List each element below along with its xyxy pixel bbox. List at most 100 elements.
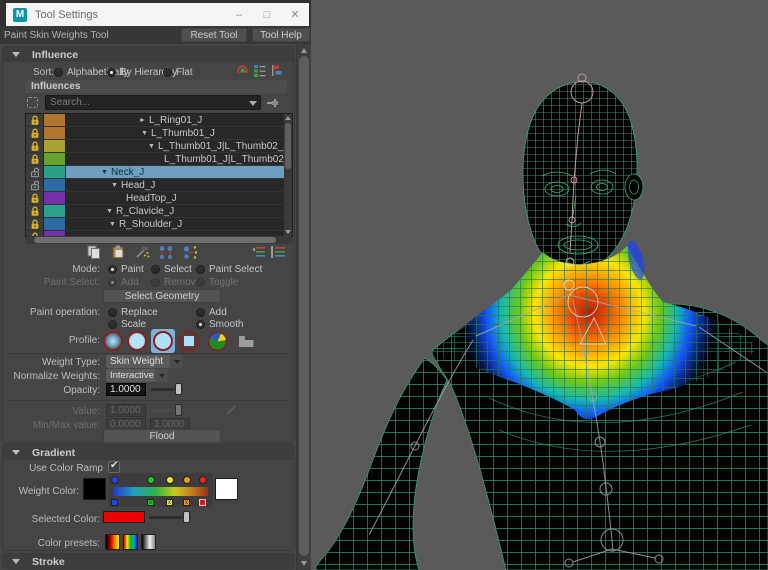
unlock-icon[interactable] [26,179,44,191]
mode-paint-select[interactable]: Paint Select [196,263,262,275]
influence-list-scrollbar[interactable] [284,114,292,236]
ramp-stop-blue[interactable] [111,476,119,484]
sphere-profile-icon[interactable] [207,331,228,352]
weight-type-dropdown[interactable]: Skin Weight [106,355,183,368]
radio-add-op[interactable] [196,308,205,317]
folder-icon[interactable] [238,335,255,348]
sort-hierarchy-icon[interactable] [253,64,266,77]
brush-solid-selected[interactable] [151,329,175,353]
influence-list[interactable]: ►L_Ring01_J ▼L_Thumb01_J ▼L_Thumb01_J|L_… [25,113,293,237]
influence-row-selected[interactable]: ▼Neck_J [26,166,285,179]
search-input[interactable] [45,95,261,110]
ramp-delete-red[interactable]: x [199,499,206,506]
lock-icon[interactable] [26,114,44,126]
normalize-weights-dropdown[interactable]: Interactive [106,369,168,382]
slider-handle[interactable] [183,511,190,523]
influence-row[interactable]: ▼R_Clavicle_J [26,205,285,218]
color-ramp-bar[interactable] [113,487,208,496]
influence-row[interactable]: ▼L_Thumb01_J|L_Thumb02_J [26,140,285,153]
slider-handle[interactable] [175,383,182,395]
brush-gaussian-icon[interactable] [103,331,123,351]
preset-rainbow[interactable] [123,534,138,550]
expand-tree-icon[interactable] [269,244,287,260]
influence-row[interactable]: ►L_Ring01_J [26,114,285,127]
move-influence-icon[interactable] [181,244,199,260]
ramp-delete-green[interactable]: x [147,499,154,506]
ramp-delete-yellow[interactable]: x [166,499,173,506]
op-add[interactable]: Add [196,306,227,318]
radio-smooth[interactable] [196,320,205,329]
copy-weights-icon[interactable] [85,244,103,260]
scroll-down-icon[interactable] [301,561,307,566]
mode-paint[interactable]: Paint [108,263,144,275]
tree-arrow-icon[interactable]: ▼ [106,208,113,215]
tree-arrow-icon[interactable]: ▼ [109,221,116,228]
opacity-input[interactable] [106,383,146,396]
lock-icon[interactable] [26,153,44,165]
radio-flat[interactable] [163,68,172,77]
brush-soft-icon[interactable] [127,331,147,351]
paste-weights-icon[interactable] [109,244,127,260]
scrollbar-thumb[interactable] [285,123,291,169]
influence-row[interactable]: L_Thumb01_J|L_Thumb02_J|L_Th [26,153,285,166]
influence-row[interactable]: ▼R_Shoulder_J [26,218,285,231]
add-influence-icon[interactable] [267,98,279,108]
op-replace[interactable]: Replace [108,306,158,318]
selected-color-swatch[interactable] [103,511,145,523]
influence-row[interactable]: HeadTop_J [26,192,285,205]
lock-icon[interactable] [26,218,44,230]
preset-grayscale[interactable] [141,534,156,550]
stroke-section-header[interactable]: Stroke [3,554,294,569]
minimize-button[interactable]: – [225,5,253,25]
influence-section-header[interactable]: Influence [3,47,294,62]
opacity-slider[interactable] [151,383,183,395]
ramp-stop-red[interactable] [199,476,207,484]
color-ramp-widget[interactable]: x x x x [108,473,213,507]
ramp-stop-yellow[interactable] [166,476,174,484]
radio-select[interactable] [151,265,160,274]
selected-color-slider[interactable] [149,511,191,523]
brush-square-icon[interactable] [179,331,199,351]
ramp-delete-orange[interactable]: x [183,499,190,506]
lock-icon[interactable] [26,127,44,139]
scroll-down-icon[interactable] [285,230,291,234]
select-geometry-button[interactable]: Select Geometry [103,289,221,303]
tree-arrow-icon[interactable]: ▼ [101,169,108,176]
tool-help-button[interactable]: Tool Help [252,28,310,42]
selection-box-icon[interactable] [27,97,38,108]
influence-row[interactable]: ▼L_Thumb01_J [26,127,285,140]
hammer-weights-icon[interactable] [133,244,151,260]
use-color-ramp-checkbox[interactable] [108,461,120,473]
ramp-stop-green[interactable] [147,476,155,484]
maximize-button[interactable]: □ [253,5,281,25]
tree-arrow-icon[interactable]: ▼ [148,143,155,150]
move-weights-icon[interactable] [157,244,175,260]
scroll-up-icon[interactable] [285,116,291,120]
tree-arrow-icon[interactable]: ▼ [141,130,148,137]
gradient-section-header[interactable]: Gradient [3,445,294,460]
lock-icon[interactable] [26,192,44,204]
sort-refresh-icon[interactable] [236,64,249,77]
lock-icon[interactable] [26,140,44,152]
panel-scrollbar[interactable] [296,44,310,570]
close-button[interactable]: ✕ [281,5,309,25]
radio-paint-select[interactable] [196,265,205,274]
influence-list-hscrollbar[interactable] [25,236,293,244]
weight-color-max-swatch[interactable] [215,478,238,500]
flood-button[interactable]: Flood [103,429,221,443]
tree-arrow-icon[interactable]: ► [139,117,146,124]
radio-paint[interactable] [108,265,117,274]
lock-icon[interactable] [26,205,44,217]
sort-flat[interactable]: Flat [163,66,193,78]
radio-alphabetically[interactable] [54,68,63,77]
sort-flag-icon[interactable] [270,64,283,77]
unlock-icon[interactable] [26,166,44,178]
influence-row[interactable]: ▼Head_J [26,179,285,192]
mode-select[interactable]: Select [151,263,192,275]
scroll-up-icon[interactable] [301,48,307,53]
reset-tool-button[interactable]: Reset Tool [181,28,247,42]
ramp-delete-blue[interactable] [111,499,118,506]
preset-black-red-yellow[interactable] [105,534,120,550]
scrollbar-thumb[interactable] [34,237,276,243]
collapse-tree-icon[interactable] [249,244,267,260]
